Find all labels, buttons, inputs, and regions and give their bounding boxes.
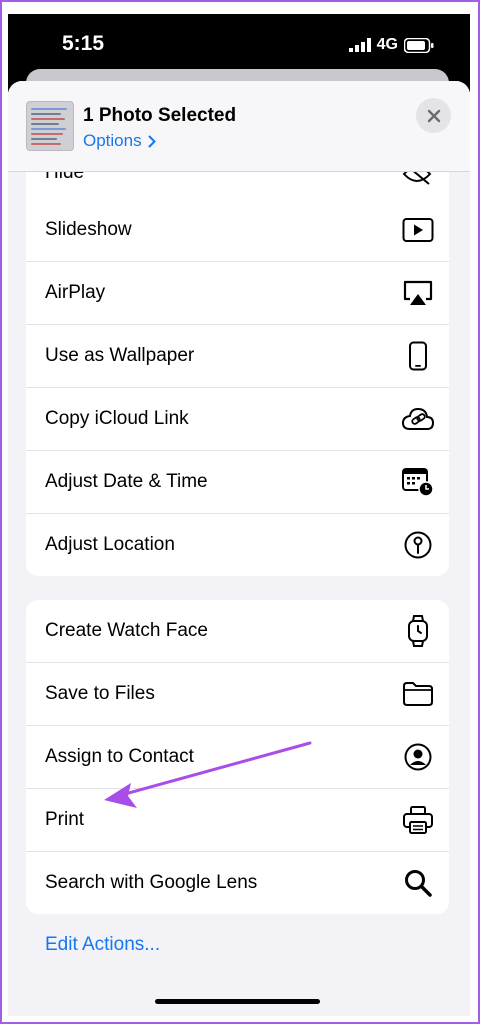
airplay-icon <box>401 276 435 310</box>
action-create-watch-face[interactable]: Create Watch Face <box>26 600 449 663</box>
action-use-as-wallpaper[interactable]: Use as Wallpaper <box>26 325 449 388</box>
action-label: Use as Wallpaper <box>45 345 195 366</box>
action-copy-icloud-link[interactable]: Copy iCloud Link <box>26 388 449 451</box>
network-type: 4G <box>376 36 398 53</box>
phone-icon <box>401 339 435 373</box>
action-label: Print <box>45 809 85 830</box>
eye-slash-icon <box>402 172 432 185</box>
action-adjust-date-time[interactable]: Adjust Date & Time <box>26 451 449 514</box>
actions-group-2: Create Watch Face Save to Files Assign t… <box>26 600 449 914</box>
watch-icon <box>401 614 435 648</box>
action-label: Hide <box>45 172 85 183</box>
share-sheet: 1 Photo Selected Options Hide Slideshow … <box>8 81 470 1016</box>
calendar-clock-icon <box>401 465 435 499</box>
close-button[interactable] <box>416 98 451 133</box>
person-circle-icon <box>401 740 435 774</box>
action-label: Slideshow <box>45 219 132 240</box>
magnifier-icon <box>401 866 435 900</box>
action-label: Save to Files <box>45 683 155 704</box>
home-indicator[interactable] <box>155 999 320 1004</box>
selection-title: 1 Photo Selected <box>83 105 237 126</box>
action-adjust-location[interactable]: Adjust Location <box>26 514 449 576</box>
status-indicators: 4G <box>348 36 434 54</box>
cloud-link-icon <box>401 402 435 436</box>
action-search-with-google-lens[interactable]: Search with Google Lens <box>26 852 449 914</box>
edit-actions-link[interactable]: Edit Actions... <box>45 934 160 956</box>
folder-icon <box>401 677 435 711</box>
action-hide[interactable]: Hide <box>26 172 449 200</box>
chevron-right-icon <box>148 135 156 147</box>
printer-icon <box>401 803 435 837</box>
status-time: 5:15 <box>62 32 105 55</box>
action-label: Adjust Location <box>45 534 175 555</box>
action-assign-to-contact[interactable]: Assign to Contact <box>26 726 449 789</box>
photo-thumbnail[interactable] <box>26 101 74 151</box>
action-label: Assign to Contact <box>45 746 194 767</box>
action-label: Copy iCloud Link <box>45 408 189 429</box>
action-airplay[interactable]: AirPlay <box>26 262 449 325</box>
action-label: Adjust Date & Time <box>45 471 208 492</box>
cellular-signal-icon <box>348 38 371 52</box>
action-label: AirPlay <box>45 282 106 303</box>
close-icon <box>427 109 440 122</box>
phone-screen: 5:15 4G 1 Photo Selected Options Hide Sl… <box>8 14 470 1016</box>
action-label: Create Watch Face <box>45 620 208 641</box>
action-print[interactable]: Print <box>26 789 449 852</box>
action-label: Search with Google Lens <box>45 872 258 893</box>
battery-icon <box>404 37 434 53</box>
share-sheet-header: 1 Photo Selected Options <box>8 81 470 172</box>
actions-group-1: Slideshow AirPlay Use as Wallpaper Copy … <box>26 199 449 576</box>
options-link[interactable]: Options <box>83 131 156 151</box>
options-label: Options <box>83 131 142 150</box>
action-slideshow[interactable]: Slideshow <box>26 199 449 262</box>
play-icon <box>401 213 435 247</box>
action-save-to-files[interactable]: Save to Files <box>26 663 449 726</box>
location-pin-icon <box>401 528 435 562</box>
